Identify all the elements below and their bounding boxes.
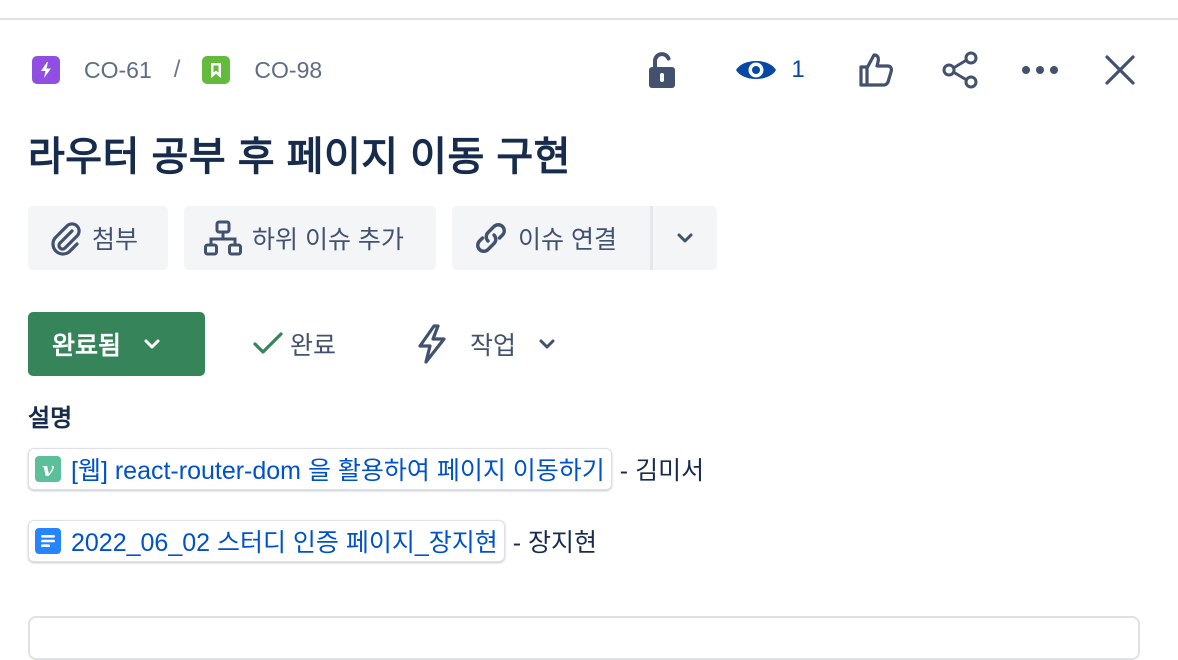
description-line: 2022_06_02 스터디 인증 페이지_장지현 - 장지현	[28, 520, 597, 562]
resolution-label: 완료	[290, 332, 337, 360]
description-line: v [웹] react-router-dom 을 활용하여 페이지 이동하기 -…	[28, 448, 704, 490]
chevron-down-icon	[677, 233, 693, 243]
breadcrumb: CO-61 / CO-98	[32, 52, 322, 88]
restrict-button[interactable]	[638, 46, 686, 94]
smart-link-text: [웹] react-router-dom 을 활용하여 페이지 이동하기	[71, 457, 605, 485]
ellipsis-icon	[1022, 66, 1058, 74]
close-icon	[1105, 55, 1135, 85]
status-label: 완료됨	[52, 332, 122, 360]
checkmark-icon	[253, 332, 283, 354]
resolution: 완료	[252, 322, 336, 366]
like-button[interactable]	[852, 46, 900, 94]
description-heading: 설명	[28, 405, 73, 432]
status-dropdown-button[interactable]: 완료됨	[28, 312, 205, 376]
thumbs-up-icon	[859, 53, 893, 87]
link-author: - 장지현	[512, 529, 598, 557]
attach-label: 첨부	[92, 226, 139, 254]
top-divider	[0, 18, 1178, 20]
more-actions-button[interactable]	[1016, 46, 1064, 94]
breadcrumb-current-story[interactable]: CO-98	[202, 56, 322, 84]
watch-button[interactable]: 1	[730, 46, 810, 94]
chevron-down-icon	[144, 339, 160, 349]
breadcrumb-parent-epic[interactable]: CO-61	[32, 56, 152, 84]
link-issue-group: 이슈 연결	[452, 206, 717, 270]
watch-count: 1	[791, 56, 805, 83]
close-button[interactable]	[1096, 46, 1144, 94]
issue-key: CO-98	[254, 56, 323, 83]
attach-button[interactable]: 첨부	[28, 206, 168, 270]
story-bookmark-icon	[202, 56, 231, 84]
lightning-bolt-icon	[418, 324, 446, 364]
share-button[interactable]	[936, 46, 984, 94]
work-type-label: 작업	[470, 332, 517, 360]
link-author: - 김미서	[619, 457, 705, 485]
add-subtask-label: 하위 이슈 추가	[252, 226, 404, 254]
share-icon	[942, 51, 978, 89]
subtask-hierarchy-icon	[204, 220, 242, 256]
link-issue-dropdown-button[interactable]	[653, 206, 717, 270]
unlocked-lock-icon	[649, 52, 675, 88]
epic-lightning-icon	[32, 56, 60, 84]
document-page-icon	[35, 528, 61, 554]
add-subtask-button[interactable]: 하위 이슈 추가	[184, 206, 436, 270]
work-type-button[interactable]: 작업	[414, 318, 556, 370]
smart-link[interactable]: v [웹] react-router-dom 을 활용하여 페이지 이동하기	[28, 448, 612, 490]
chevron-down-icon	[539, 339, 555, 349]
link-issue-label: 이슈 연결	[518, 226, 617, 254]
smart-link[interactable]: 2022_06_02 스터디 인증 페이지_장지현	[28, 520, 505, 562]
breadcrumb-separator: /	[173, 56, 181, 83]
link-issue-button[interactable]: 이슈 연결	[452, 206, 650, 270]
paperclip-icon	[51, 222, 81, 256]
smart-link-text: 2022_06_02 스터디 인증 페이지_장지현	[71, 529, 498, 557]
comment-panel	[28, 616, 1140, 660]
parent-issue-key: CO-61	[84, 56, 152, 83]
link-chain-icon	[476, 223, 506, 253]
velog-logo-icon: v	[35, 456, 61, 482]
issue-title[interactable]: 라우터 공부 후 페이지 이동 구현	[28, 124, 571, 182]
eye-icon	[736, 61, 777, 79]
